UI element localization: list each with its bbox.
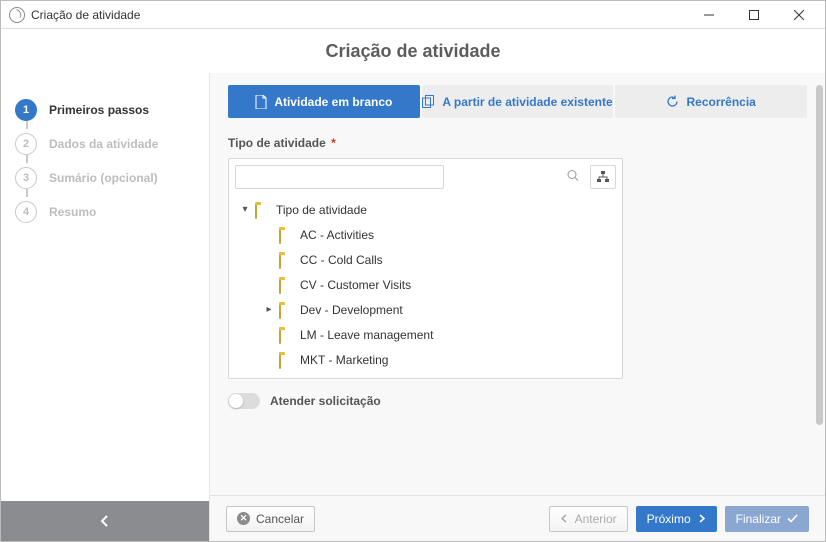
activity-type-field-label: Tipo de atividade * bbox=[228, 136, 807, 150]
tree-item[interactable]: MKT - Marketing bbox=[235, 347, 616, 372]
wizard-step-4[interactable]: 4 Resumo bbox=[15, 195, 195, 229]
step-label: Dados da atividade bbox=[49, 137, 158, 151]
creation-mode-tabs: Atividade em branco A partir de atividad… bbox=[228, 85, 807, 118]
required-marker: * bbox=[331, 136, 336, 150]
folder-icon bbox=[279, 329, 294, 341]
wizard-step-3[interactable]: 3 Sumário (opcional) bbox=[15, 161, 195, 195]
cancel-button[interactable]: ✕ Cancelar bbox=[226, 506, 315, 532]
step-label: Primeiros passos bbox=[49, 103, 149, 117]
folder-open-icon bbox=[255, 204, 270, 216]
tree-item-label: CV - Customer Visits bbox=[300, 278, 411, 292]
tree-item[interactable]: ▸ Dev - Development bbox=[235, 297, 616, 322]
next-label: Próximo bbox=[647, 512, 691, 526]
attend-request-toggle[interactable] bbox=[228, 393, 260, 409]
tree-toolbar-button[interactable] bbox=[590, 165, 616, 189]
tab-blank-activity[interactable]: Atividade em branco bbox=[228, 85, 420, 118]
step-number: 4 bbox=[15, 201, 37, 223]
tree-root[interactable]: ▾ Tipo de atividade bbox=[235, 197, 616, 222]
window-title: Criação de atividade bbox=[31, 8, 686, 22]
tab-label: A partir de atividade existente bbox=[442, 95, 612, 109]
wizard-steps: 1 Primeiros passos 2 Dados da atividade … bbox=[1, 73, 209, 501]
step-number: 1 bbox=[15, 99, 37, 121]
tree-item-label: AC - Activities bbox=[300, 228, 374, 242]
collapse-icon[interactable]: ▾ bbox=[239, 204, 251, 215]
chevron-left-icon bbox=[99, 515, 111, 527]
folder-icon bbox=[279, 304, 294, 316]
tree-item-label: Dev - Development bbox=[300, 303, 403, 317]
tree-item-label: LM - Leave management bbox=[300, 328, 433, 342]
search-icon bbox=[567, 170, 579, 185]
finish-label: Finalizar bbox=[736, 512, 781, 526]
cancel-label: Cancelar bbox=[256, 512, 304, 526]
folder-icon bbox=[279, 229, 294, 241]
hierarchy-icon bbox=[597, 171, 609, 183]
folder-icon bbox=[279, 279, 294, 291]
wizard-footer: ✕ Cancelar Anterior Próximo Finalizar bbox=[210, 495, 825, 541]
step-number: 3 bbox=[15, 167, 37, 189]
step-label: Sumário (opcional) bbox=[49, 171, 158, 185]
tab-from-existing[interactable]: A partir de atividade existente bbox=[422, 85, 614, 118]
wizard-sidebar: 1 Primeiros passos 2 Dados da atividade … bbox=[1, 73, 209, 541]
activity-type-tree: ▾ Tipo de atividade AC - Activities CC -… bbox=[235, 197, 616, 372]
toggle-knob bbox=[229, 394, 243, 408]
sidebar-collapse-button[interactable] bbox=[1, 501, 209, 541]
titlebar: Criação de atividade bbox=[1, 1, 825, 29]
scrollbar[interactable] bbox=[816, 85, 823, 495]
wizard-step-2[interactable]: 2 Dados da atividade bbox=[15, 127, 195, 161]
refresh-icon bbox=[666, 95, 679, 108]
next-button[interactable]: Próximo bbox=[636, 506, 717, 532]
step-label: Resumo bbox=[49, 205, 96, 219]
chevron-left-icon bbox=[560, 514, 569, 523]
finish-button[interactable]: Finalizar bbox=[725, 506, 809, 532]
chevron-right-icon bbox=[697, 514, 706, 523]
tree-item[interactable]: CV - Customer Visits bbox=[235, 272, 616, 297]
tree-item[interactable]: CC - Cold Calls bbox=[235, 247, 616, 272]
tree-item[interactable]: AC - Activities bbox=[235, 222, 616, 247]
activity-type-selector: ▾ Tipo de atividade AC - Activities CC -… bbox=[228, 158, 623, 379]
tree-item[interactable]: LM - Leave management bbox=[235, 322, 616, 347]
attend-request-row: Atender solicitação bbox=[228, 393, 807, 409]
expand-icon[interactable]: ▸ bbox=[263, 304, 275, 315]
previous-label: Anterior bbox=[575, 512, 617, 526]
activity-type-search-input[interactable] bbox=[235, 165, 444, 189]
field-label-text: Tipo de atividade bbox=[228, 136, 326, 150]
folder-icon bbox=[279, 254, 294, 266]
page-header: Criação de atividade bbox=[1, 29, 825, 73]
tree-item-label: MKT - Marketing bbox=[300, 353, 388, 367]
tab-label: Recorrência bbox=[686, 95, 755, 109]
wizard-main: Atividade em branco A partir de atividad… bbox=[209, 73, 825, 541]
check-icon bbox=[787, 514, 798, 523]
maximize-button[interactable] bbox=[731, 1, 776, 28]
previous-button[interactable]: Anterior bbox=[549, 506, 628, 532]
close-button[interactable] bbox=[776, 1, 821, 28]
wizard-step-1[interactable]: 1 Primeiros passos bbox=[15, 93, 195, 127]
attend-request-label: Atender solicitação bbox=[270, 394, 381, 408]
folder-icon bbox=[279, 354, 294, 366]
minimize-button[interactable] bbox=[686, 1, 731, 28]
app-icon bbox=[9, 7, 25, 23]
page-title: Criação de atividade bbox=[325, 41, 500, 62]
cancel-icon: ✕ bbox=[237, 512, 250, 525]
tab-recurrence[interactable]: Recorrência bbox=[615, 85, 807, 118]
window-controls bbox=[686, 1, 821, 28]
scrollbar-thumb[interactable] bbox=[816, 85, 823, 425]
file-icon bbox=[255, 95, 267, 109]
tree-item-label: Tipo de atividade bbox=[276, 203, 367, 217]
tab-label: Atividade em branco bbox=[274, 95, 392, 109]
tree-item-label: CC - Cold Calls bbox=[300, 253, 383, 267]
copy-icon bbox=[422, 95, 435, 108]
step-number: 2 bbox=[15, 133, 37, 155]
